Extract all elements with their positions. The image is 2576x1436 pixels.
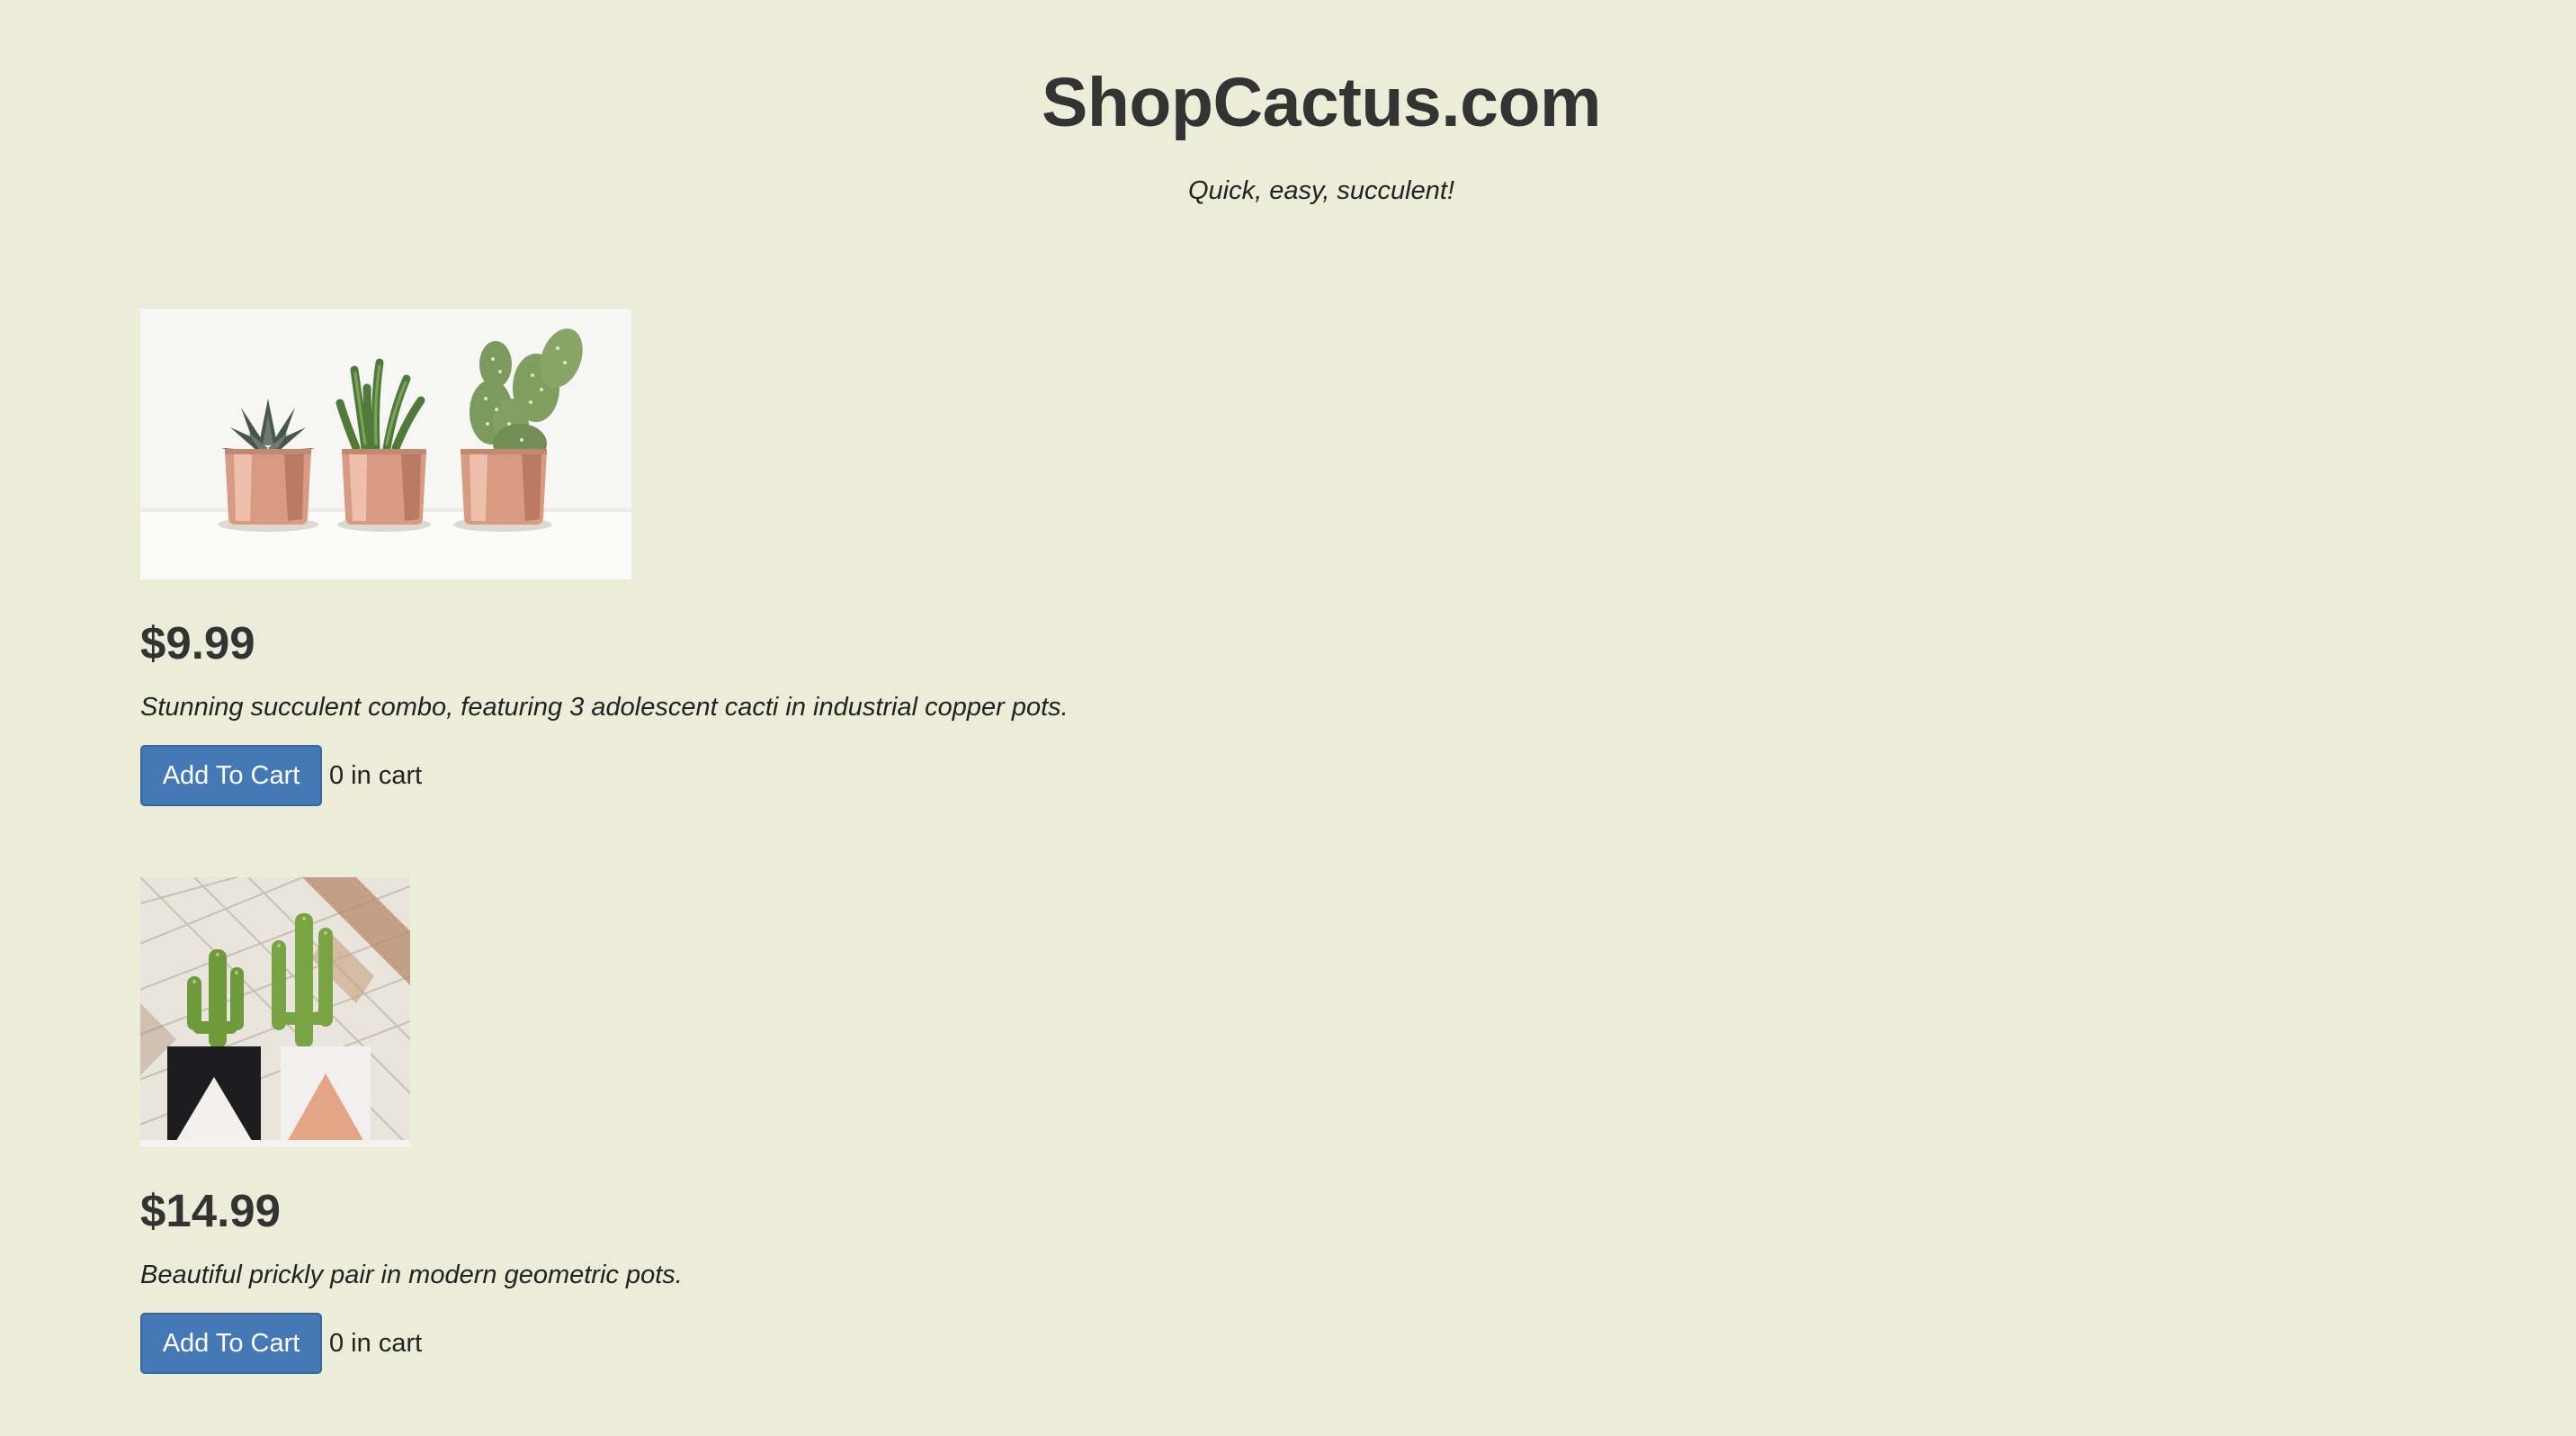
page: ShopCactus.com Quick, easy, succulent! $… — [0, 0, 2576, 1436]
cart-count: 0 in cart — [329, 760, 423, 790]
cart-row: Add To Cart 0 in cart — [140, 745, 1069, 806]
add-to-cart-button[interactable]: Add To Cart — [140, 745, 322, 806]
prickly-pair-illustration — [140, 877, 410, 1147]
site-tagline: Quick, easy, succulent! — [1187, 176, 1455, 205]
cart-row: Add To Cart 0 in cart — [140, 1313, 683, 1374]
product-card: $9.99 Stunning succulent combo, featurin… — [140, 309, 1069, 806]
product-description: Beautiful prickly pair in modern geometr… — [140, 1261, 683, 1289]
cacti-trio-illustration — [140, 309, 631, 579]
site-title: ShopCactus.com — [1042, 64, 1601, 141]
product-image-prickly-pair — [140, 877, 410, 1147]
product-description: Stunning succulent combo, featuring 3 ad… — [140, 693, 1069, 722]
site-header: ShopCactus.com Quick, easy, succulent! — [0, 56, 2576, 209]
product-image-cacti-trio — [140, 309, 631, 579]
product-price: $14.99 — [140, 1185, 281, 1236]
product-card: $14.99 Beautiful prickly pair in modern … — [140, 877, 683, 1374]
add-to-cart-button[interactable]: Add To Cart — [140, 1313, 322, 1374]
product-price: $9.99 — [140, 617, 255, 669]
cart-count: 0 in cart — [329, 1328, 423, 1358]
